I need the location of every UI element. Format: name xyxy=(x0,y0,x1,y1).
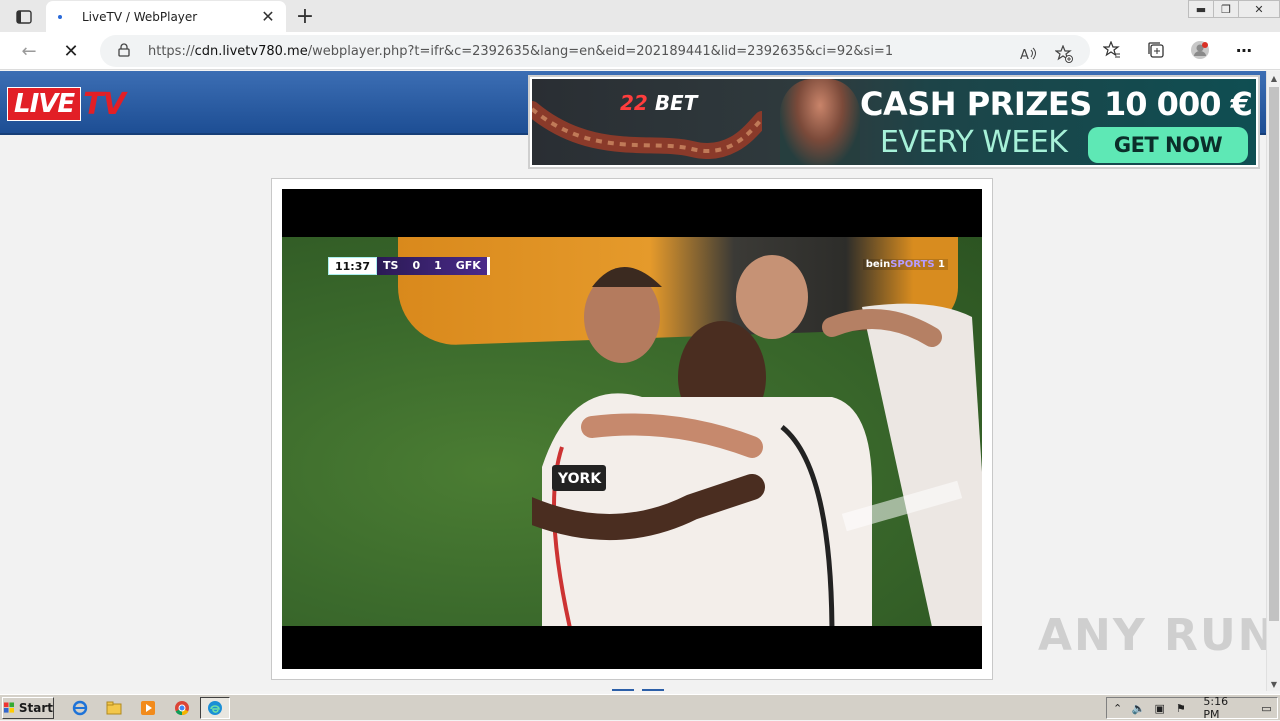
away-team: GFK xyxy=(455,259,481,272)
match-clock: 11:37 xyxy=(328,257,378,275)
start-button[interactable]: Start xyxy=(2,697,54,719)
anyrun-watermark: ANY RUN xyxy=(1038,610,1277,661)
collections-icon[interactable] xyxy=(1144,38,1168,62)
taskbar: Start ⌃ 🔈 ▣ ⚑ 5:16 PM ▭ xyxy=(0,694,1280,721)
read-aloud-icon[interactable]: A xyxy=(1016,42,1040,66)
show-desktop-icon[interactable]: ▭ xyxy=(1256,702,1277,715)
tab-actions-icon[interactable] xyxy=(8,6,40,28)
new-tab-button[interactable]: + xyxy=(292,4,318,29)
player-frame: YORK 11:37 TS 0 1 GFK beinSPORTS 1 xyxy=(271,178,993,680)
windows-logo-icon xyxy=(3,702,15,713)
tab-livetv[interactable]: LiveTV / WebPlayer ✕ xyxy=(46,1,286,32)
browser-toolbar: ← ✕ https://cdn.livetv780.me/webplayer.p… xyxy=(0,32,1280,70)
ad-cta-button[interactable]: GET NOW xyxy=(1088,127,1248,163)
scroll-thumb[interactable] xyxy=(1269,87,1279,621)
loading-dot-icon xyxy=(58,14,62,19)
stop-icon[interactable]: ✕ xyxy=(56,37,86,65)
window-controls: ▬ ❐ ✕ xyxy=(1188,0,1280,18)
scroll-down-icon[interactable]: ▼ xyxy=(1267,677,1280,691)
add-favorite-icon[interactable] xyxy=(1052,42,1076,66)
tab-title: LiveTV / WebPlayer xyxy=(82,9,198,24)
svg-text:YORK: YORK xyxy=(557,471,602,487)
site-logo[interactable]: LIVE TV xyxy=(7,86,126,122)
profile-icon[interactable] xyxy=(1188,38,1212,62)
ad-headline: CASH PRIZES xyxy=(860,85,1092,123)
favorites-icon[interactable] xyxy=(1100,38,1124,62)
logo-live: LIVE xyxy=(7,87,82,121)
back-icon[interactable]: ← xyxy=(14,37,44,65)
url-text: https://cdn.livetv780.me/webplayer.php?t… xyxy=(148,43,894,59)
ie-icon[interactable] xyxy=(70,698,90,718)
ad-brand: 22 BET xyxy=(620,91,698,115)
players-image: YORK xyxy=(532,255,982,626)
pager-dot[interactable] xyxy=(642,689,664,691)
ad-athlete-image xyxy=(780,79,860,165)
window-close-button[interactable]: ✕ xyxy=(1238,0,1280,18)
network-icon[interactable]: ▣ xyxy=(1149,702,1170,715)
video-player[interactable]: YORK 11:37 TS 0 1 GFK beinSPORTS 1 xyxy=(282,189,982,669)
video-frame[interactable]: YORK 11:37 TS 0 1 GFK beinSPORTS 1 xyxy=(282,237,982,626)
edge-icon[interactable] xyxy=(200,697,230,719)
minimize-button[interactable]: ▬ xyxy=(1188,0,1214,18)
tray-expand-icon[interactable]: ⌃ xyxy=(1107,702,1128,715)
vertical-scrollbar[interactable]: ▲ ▼ xyxy=(1266,71,1280,691)
webpage: LIVE TV 22 BET CASH PRIZES 10 000 € EVER… xyxy=(0,71,1266,691)
restore-button[interactable]: ❐ xyxy=(1213,0,1239,18)
ad-subheadline: EVERY WEEK xyxy=(880,125,1068,160)
system-tray: ⌃ 🔈 ▣ ⚑ 5:16 PM ▭ xyxy=(1106,695,1278,721)
away-score: 1 xyxy=(434,259,442,272)
start-label: Start xyxy=(18,701,53,715)
tab-bar: LiveTV / WebPlayer ✕ + ▬ ❐ ✕ xyxy=(0,0,1280,32)
score-bug: 11:37 TS 0 1 GFK xyxy=(328,257,490,275)
channel-logo: beinSPORTS 1 xyxy=(862,259,948,270)
logo-tv: TV xyxy=(83,86,126,122)
lock-icon[interactable] xyxy=(118,42,132,60)
scroll-up-icon[interactable]: ▲ xyxy=(1267,71,1280,85)
media-player-icon[interactable] xyxy=(138,698,158,718)
flag-icon[interactable]: ⚑ xyxy=(1170,702,1191,715)
home-score: 0 xyxy=(412,259,421,272)
volume-icon[interactable]: 🔈 xyxy=(1128,702,1149,715)
page-indicator xyxy=(612,689,664,691)
address-bar[interactable]: https://cdn.livetv780.me/webplayer.php?t… xyxy=(100,35,1090,67)
taskbar-clock[interactable]: 5:16 PM xyxy=(1203,695,1246,721)
explorer-icon[interactable] xyxy=(104,698,124,718)
ad-banner[interactable]: 22 BET CASH PRIZES 10 000 € EVERY WEEK G… xyxy=(528,75,1260,169)
ad-amount: 10 000 € xyxy=(1104,85,1253,123)
home-team: TS xyxy=(383,259,399,272)
svg-text:A: A xyxy=(1020,48,1029,62)
pager-dot[interactable] xyxy=(612,689,634,691)
close-icon[interactable]: ✕ xyxy=(256,5,280,29)
chrome-icon[interactable] xyxy=(172,698,192,718)
more-icon[interactable]: ⋯ xyxy=(1232,38,1256,62)
